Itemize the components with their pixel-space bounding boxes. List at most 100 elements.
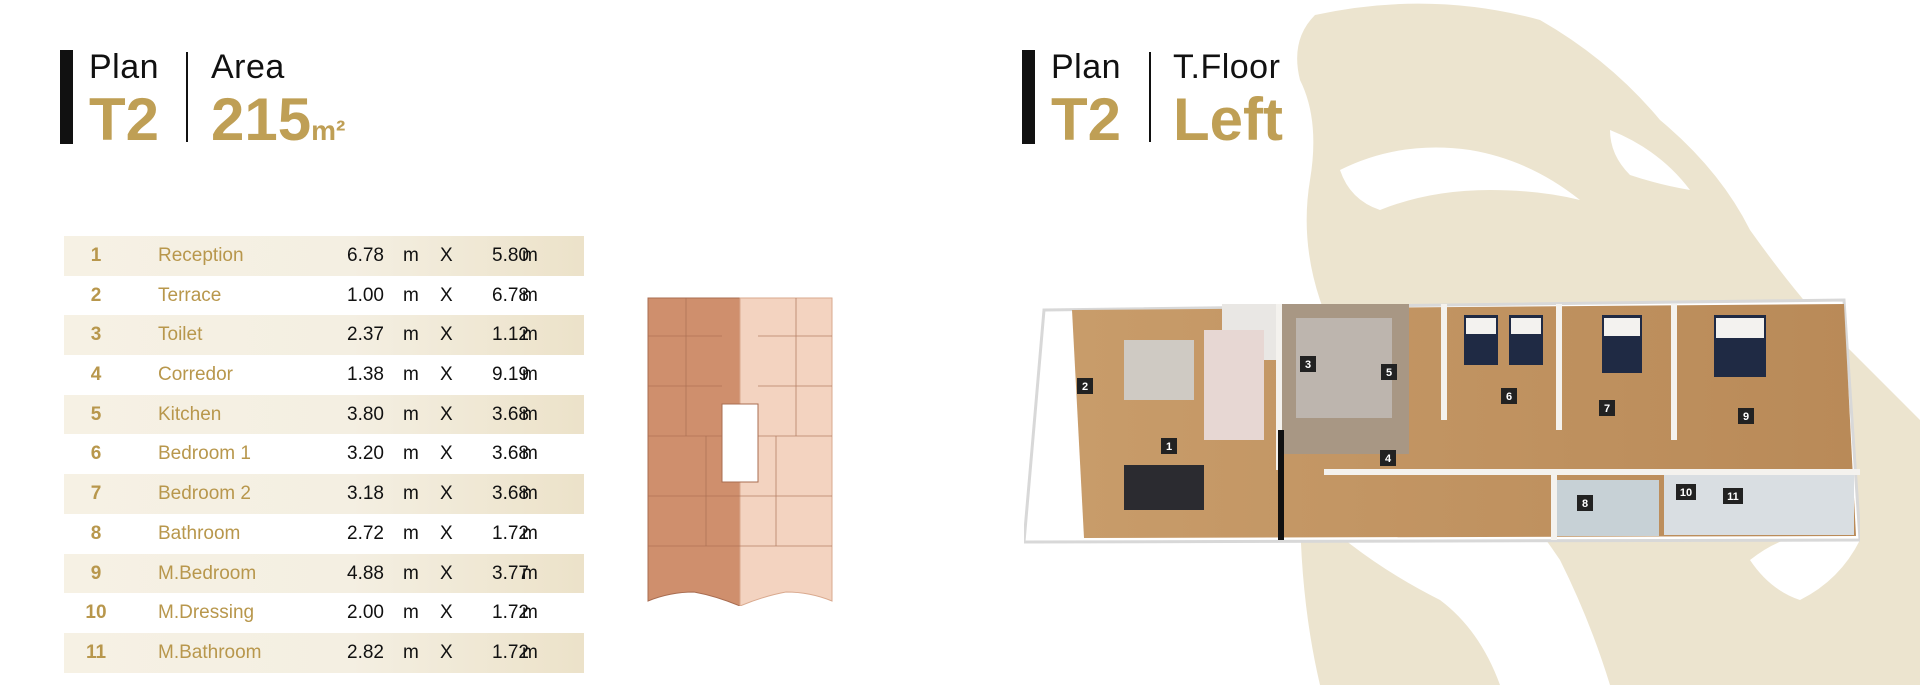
heading-accent-bar <box>1022 50 1035 144</box>
plan-marker: 6 <box>1506 391 1512 403</box>
unit: m <box>522 641 538 663</box>
room-width: 1.00 <box>347 284 384 306</box>
times-sign: X <box>440 284 453 306</box>
room-width: 2.00 <box>347 602 384 624</box>
room-name: Reception <box>158 245 244 266</box>
room-name: Bathroom <box>158 522 241 544</box>
unit: m <box>522 324 538 346</box>
times-sign: X <box>440 522 453 544</box>
floor-value: Left <box>1173 86 1283 153</box>
floor-plan-illustration: 1 2 3 4 5 6 7 8 9 10 11 <box>1024 298 1860 544</box>
room-width: 3.80 <box>347 403 384 425</box>
room-number: 1 <box>90 245 102 266</box>
plan-marker: 4 <box>1385 453 1392 465</box>
area-unit: m² <box>311 115 346 146</box>
plan-marker: 11 <box>1727 491 1739 503</box>
plan-marker: 7 <box>1604 403 1610 415</box>
table-row: 5 Kitchen 3.80 m X 3.68 m <box>64 394 584 435</box>
room-name: Terrace <box>158 284 222 306</box>
heading-accent-bar <box>60 50 73 144</box>
heading-divider <box>1149 52 1151 142</box>
times-sign: X <box>440 602 453 624</box>
left-heading: Plan T2 Area 215m² <box>60 48 380 150</box>
room-number: 3 <box>90 324 102 346</box>
unit: m <box>403 245 419 266</box>
unit: m <box>403 602 419 624</box>
table-row: 7 Bedroom 2 3.18 m X 3.68 m <box>64 474 584 514</box>
room-number: 7 <box>90 483 102 505</box>
plan-marker: 2 <box>1082 381 1088 393</box>
area-value-line: 215m² <box>211 90 345 161</box>
floor-block: T.Floor Left <box>1173 50 1283 150</box>
unit: m <box>403 324 419 346</box>
unit: m <box>403 641 419 663</box>
right-heading: Plan T2 T.Floor Left <box>1022 50 1402 150</box>
unit: m <box>403 284 419 306</box>
room-width: 3.20 <box>347 443 384 465</box>
room-width: 4.88 <box>347 562 384 584</box>
times-sign: X <box>440 483 453 505</box>
unit: m <box>522 522 538 544</box>
unit: m <box>522 284 538 306</box>
room-number: 6 <box>90 443 102 465</box>
times-sign: X <box>440 245 453 266</box>
plan-block: Plan T2 <box>1051 50 1121 150</box>
times-sign: X <box>440 443 453 465</box>
unit: m <box>522 483 538 505</box>
room-name: Corredor <box>158 364 233 386</box>
room-name: M.Bedroom <box>158 562 257 584</box>
unit: m <box>403 443 419 465</box>
unit: m <box>403 522 419 544</box>
area-value: 215 <box>211 86 312 153</box>
unit: m <box>522 364 538 386</box>
heading-divider <box>186 52 188 142</box>
area-label: Area <box>211 48 285 86</box>
unit: m <box>403 403 419 425</box>
unit: m <box>522 443 538 465</box>
room-number: 9 <box>90 562 102 584</box>
room-name: M.Dressing <box>158 602 255 624</box>
room-width: 3.18 <box>347 483 384 505</box>
table-row: 3 Toilet 2.37 m X 1.12 m <box>64 315 584 356</box>
unit: m <box>522 562 538 584</box>
table-row: 1 Reception 6.78 m X 5.80 m <box>64 236 584 276</box>
plan-marker: 5 <box>1386 367 1392 379</box>
plan-value: T2 <box>89 86 160 153</box>
room-number: 8 <box>90 522 102 544</box>
table-row: 10 M.Dressing 2.00 m X 1.72 m <box>64 593 584 633</box>
room-number: 11 <box>85 641 107 663</box>
room-name: M.Bathroom <box>158 641 262 663</box>
room-table: 1 Reception 6.78 m X 5.80 m 2 Terrace 1.00 m X 6.78… <box>64 236 584 673</box>
plan-label: Plan <box>89 48 160 86</box>
times-sign: X <box>440 562 453 584</box>
unit: m <box>403 364 419 386</box>
room-name: Kitchen <box>158 403 222 425</box>
table-row: 4 Corredor 1.38 m X 9.19 m <box>64 355 584 395</box>
times-sign: X <box>440 403 453 425</box>
key-plan <box>647 297 833 606</box>
unit: m <box>522 245 538 266</box>
plan-marker: 9 <box>1743 411 1749 423</box>
room-number: 4 <box>90 364 102 386</box>
table-row: 8 Bathroom 2.72 m X 1.72 m <box>64 514 584 554</box>
plan-block: Plan T2 <box>89 50 159 150</box>
plan-label: Plan <box>1051 48 1122 86</box>
room-width: 2.82 <box>347 641 384 663</box>
times-sign: X <box>440 641 453 663</box>
unit: m <box>522 403 538 425</box>
plan-marker: 3 <box>1305 359 1311 371</box>
room-name: Bedroom 2 <box>158 483 251 505</box>
room-number: 5 <box>90 403 102 425</box>
room-width: 2.37 <box>347 324 384 346</box>
table-row: 6 Bedroom 1 3.20 m X 3.68 m <box>64 434 584 474</box>
room-number: 10 <box>85 602 107 624</box>
times-sign: X <box>440 324 453 346</box>
room-width: 2.72 <box>347 522 384 544</box>
unit: m <box>522 602 538 624</box>
plan-marker: 1 <box>1166 441 1172 453</box>
room-number: 2 <box>90 284 102 306</box>
unit: m <box>403 483 419 505</box>
room-width: 1.38 <box>347 364 384 386</box>
room-name: Bedroom 1 <box>158 443 251 465</box>
times-sign: X <box>440 364 453 386</box>
